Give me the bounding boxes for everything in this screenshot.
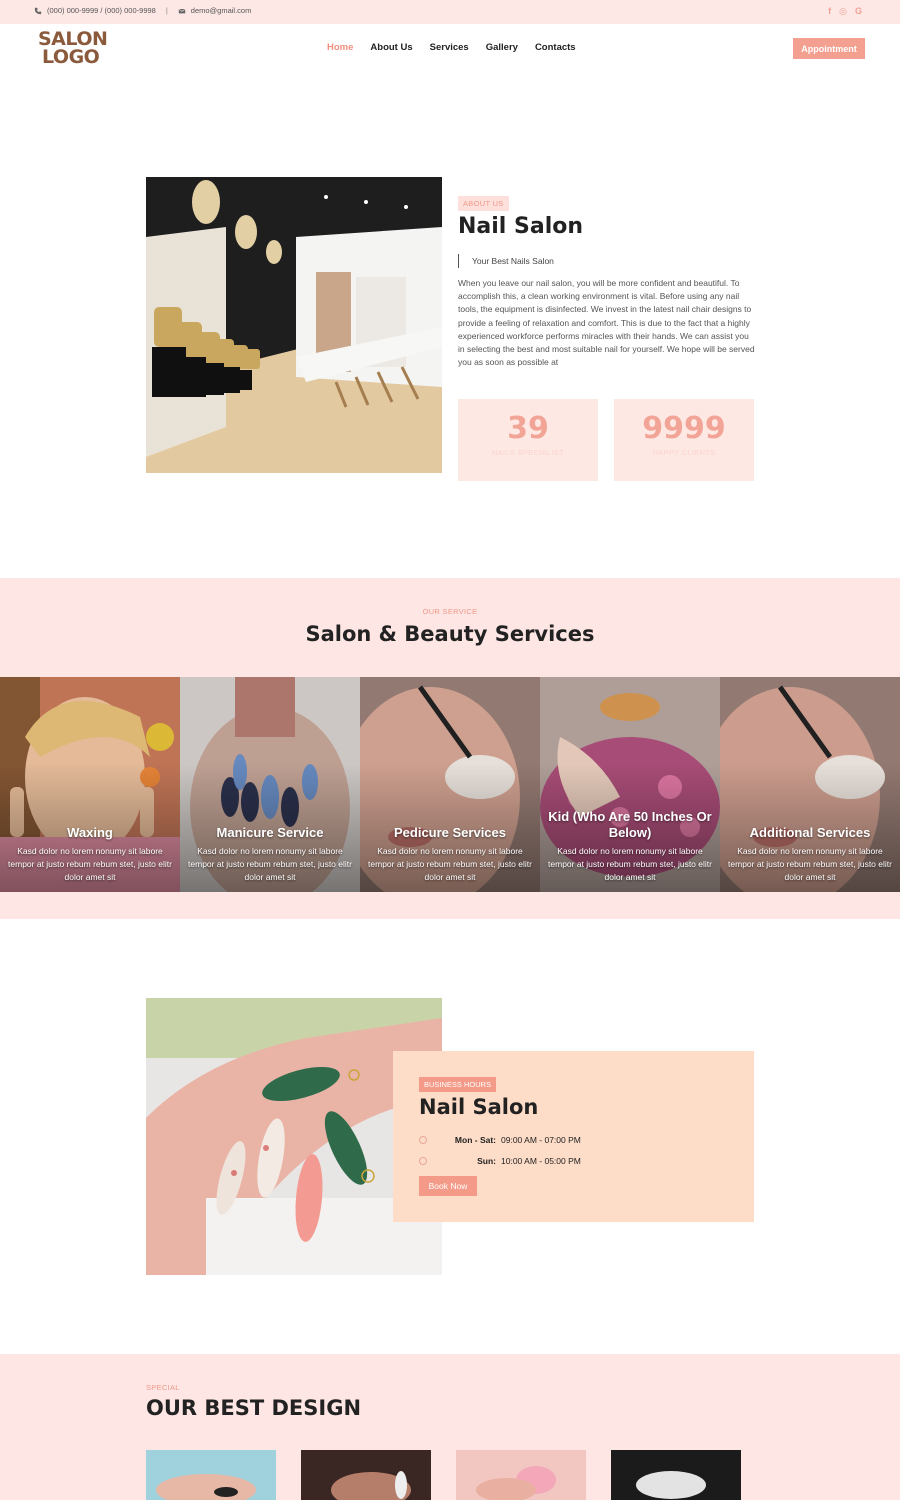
design-eyebrow: SPECIAL <box>146 1383 180 1392</box>
instagram-icon[interactable]: ◎ <box>839 6 847 17</box>
google-icon[interactable]: G <box>855 6 862 17</box>
social-links: f ◎ G <box>828 6 862 17</box>
circle-icon <box>419 1157 427 1165</box>
nav-about-us[interactable]: About Us <box>370 42 412 53</box>
nav-home[interactable]: Home <box>327 42 353 53</box>
stat-label: NAILS SPECIALIST <box>492 448 564 457</box>
service-card-waxing[interactable]: Waxing Kasd dolor no lorem nonumy sit la… <box>0 677 180 892</box>
site-logo[interactable]: SALON LOGO <box>38 30 108 68</box>
stat-label: HAPPY CLIENTS <box>652 448 716 457</box>
nav-contacts[interactable]: Contacts <box>535 42 576 53</box>
service-desc: Kasd dolor no lorem nonumy sit labore te… <box>188 846 352 882</box>
card-text: Waxing Kasd dolor no lorem nonumy sit la… <box>0 825 180 884</box>
salon-interior-image <box>146 177 442 473</box>
nav-services[interactable]: Services <box>430 42 469 53</box>
stat-number: 9999 <box>642 411 726 446</box>
about-tag: ABOUT US <box>458 196 509 211</box>
design-thumb[interactable] <box>456 1450 586 1500</box>
service-name: Pedicure Services <box>393 825 507 840</box>
service-desc: Kasd dolor no lorem nonumy sit labore te… <box>8 846 172 882</box>
appointment-button[interactable]: Appointment <box>793 38 865 59</box>
service-name: Kid (Who Are 50 Inches Or Below) <box>548 809 712 840</box>
hours-time: 10:00 AM - 05:00 PM <box>501 1156 581 1166</box>
services-eyebrow: OUR SERVICE <box>422 607 478 616</box>
design-thumb[interactable] <box>611 1450 741 1500</box>
top-bar: (000) 000-9999 / (000) 000-9998 | demo@g… <box>0 0 900 24</box>
circle-icon <box>419 1136 427 1144</box>
design-thumb[interactable] <box>146 1450 276 1500</box>
about-subtitle: Your Best Nails Salon <box>458 254 554 268</box>
service-name: Manicure Service <box>216 825 324 840</box>
service-card-pedicure[interactable]: Pedicure Services Kasd dolor no lorem no… <box>360 677 540 892</box>
hours-tag: BUSINESS HOURS <box>419 1077 497 1092</box>
stat-clients: 9999 HAPPY CLIENTS <box>614 399 754 481</box>
hours-day: Mon - Sat: <box>454 1135 496 1145</box>
hours-time: 09:00 AM - 07:00 PM <box>501 1135 581 1145</box>
service-card-additional[interactable]: Additional Services Kasd dolor no lorem … <box>720 677 900 892</box>
contact-info: (000) 000-9999 / (000) 000-9998 | demo@g… <box>34 6 251 15</box>
card-text: Kid (Who Are 50 Inches Or Below) Kasd do… <box>540 809 720 884</box>
card-text: Pedicure Services Kasd dolor no lorem no… <box>360 825 540 884</box>
hours-day: Sun: <box>477 1156 496 1166</box>
card-text: Manicure Service Kasd dolor no lorem non… <box>180 825 360 884</box>
hours-title: Nail Salon <box>419 1095 539 1119</box>
hours-row-sunday: Sun: 10:00 AM - 05:00 PM <box>419 1156 581 1166</box>
phone-text[interactable]: (000) 000-9999 / (000) 000-9998 <box>47 6 156 15</box>
services-title: Salon & Beauty Services <box>305 622 595 646</box>
stat-number: 39 <box>507 411 549 446</box>
design-thumb[interactable] <box>301 1450 431 1500</box>
services-row: Waxing Kasd dolor no lorem nonumy sit la… <box>0 677 900 892</box>
facebook-icon[interactable]: f <box>828 6 831 17</box>
service-desc: Kasd dolor no lorem nonumy sit labore te… <box>368 846 532 882</box>
mail-icon <box>178 8 186 13</box>
logo-line-2: LOGO <box>42 46 100 68</box>
service-name: Waxing <box>67 825 113 840</box>
design-section <box>0 1354 900 1500</box>
about-body-text: When you leave our nail salon, you will … <box>458 278 755 368</box>
stat-specialists: 39 NAILS SPECIALIST <box>458 399 598 481</box>
service-name: Additional Services <box>749 825 871 840</box>
design-title: OUR BEST DESIGN <box>146 1396 362 1420</box>
book-now-button[interactable]: Book Now <box>419 1176 477 1196</box>
phone-icon <box>34 7 42 14</box>
main-nav: Home About Us Services Gallery Contacts <box>327 42 576 53</box>
email-text[interactable]: demo@gmail.com <box>191 6 252 15</box>
nav-gallery[interactable]: Gallery <box>486 42 518 53</box>
service-desc: Kasd dolor no lorem nonumy sit labore te… <box>728 846 892 882</box>
service-card-manicure[interactable]: Manicure Service Kasd dolor no lorem non… <box>180 677 360 892</box>
hours-row-weekday: Mon - Sat: 09:00 AM - 07:00 PM <box>419 1135 581 1145</box>
card-text: Additional Services Kasd dolor no lorem … <box>720 825 900 884</box>
service-card-kid[interactable]: Kid (Who Are 50 Inches Or Below) Kasd do… <box>540 677 720 892</box>
divider: | <box>165 6 168 15</box>
service-desc: Kasd dolor no lorem nonumy sit labore te… <box>548 846 712 882</box>
about-title: Nail Salon <box>458 214 584 239</box>
